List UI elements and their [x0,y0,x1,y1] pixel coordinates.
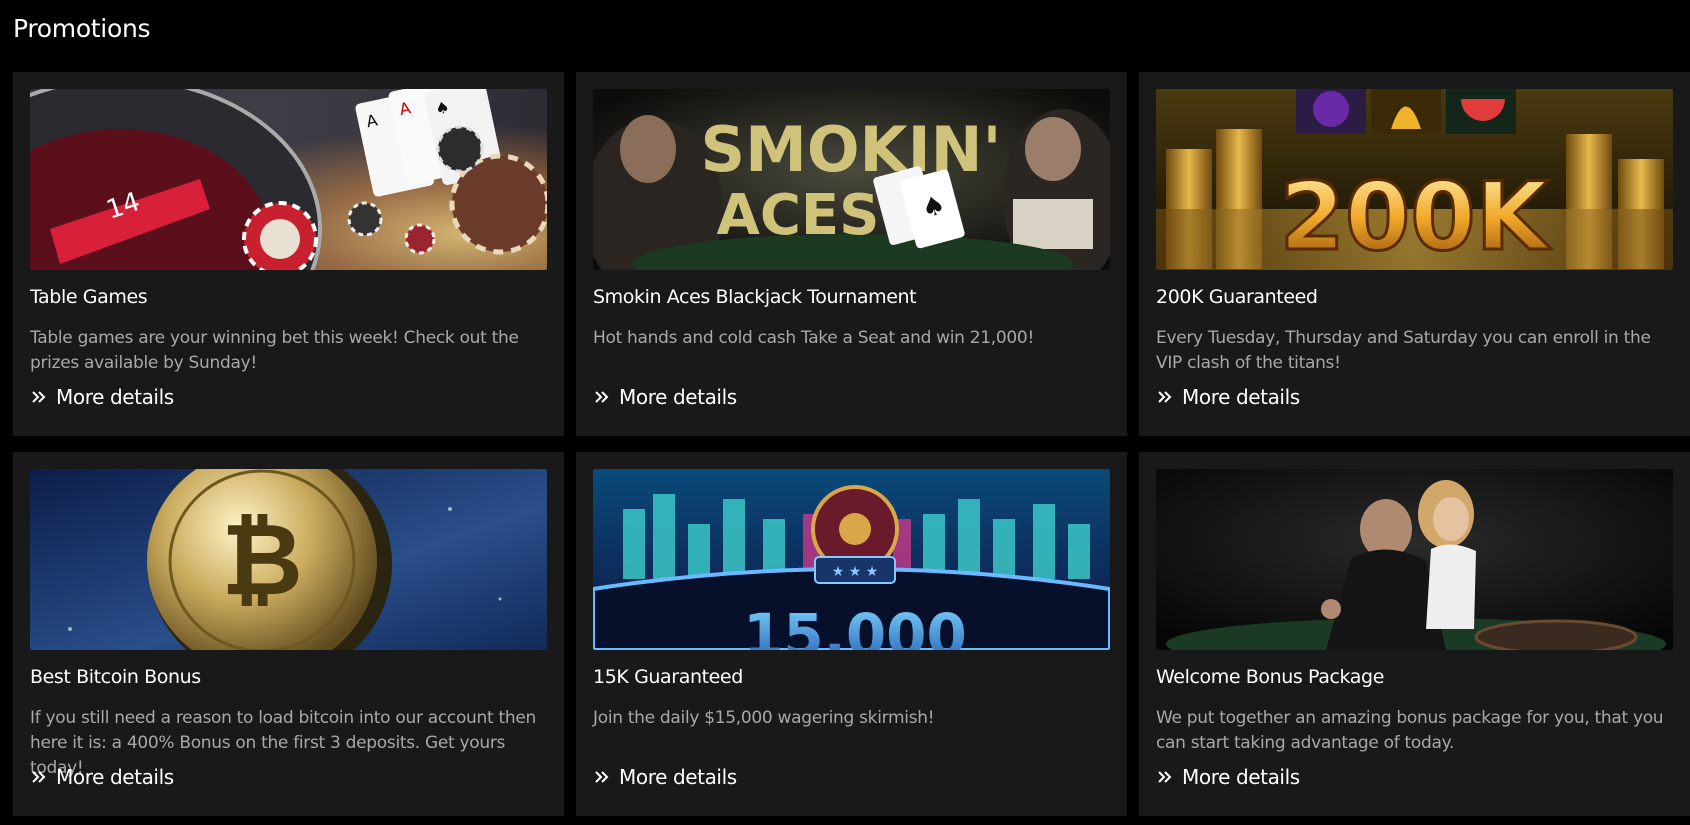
more-details-label: More details [619,385,737,409]
promo-title: Best Bitcoin Bonus [30,666,201,688]
more-details-label: More details [619,765,737,789]
promo-title: 15K Guaranteed [593,666,743,688]
svg-text:ACES: ACES [716,183,879,248]
promo-banner-table-games[interactable]: 14 A A ♠ [30,89,547,270]
promo-description: Table games are your winning bet this we… [30,328,519,373]
svg-text:200K: 200K [1279,163,1551,270]
promo-card-200k[interactable]: 200K 200K Guaranteed Every Tuesday, Thur… [1139,72,1690,436]
promo-card-bitcoin[interactable]: ₿ Best Bitcoin Bonus If you still need a… [13,452,564,816]
promo-title: 200K Guaranteed [1156,286,1318,308]
promo-title: Welcome Bonus Package [1156,666,1384,688]
promo-title: Table Games [30,286,148,308]
more-details-link[interactable]: More details [30,765,174,789]
promo-card-smokin-aces[interactable]: SMOKIN' ACES ♠ Smokin Aces Blackjack Tou… [576,72,1127,436]
promo-banner-15k[interactable]: ★ ★ ★ 15,000 [593,469,1110,650]
double-chevron-right-icon [595,391,609,403]
page-title: Promotions [13,14,151,43]
promo-banner-welcome-bonus[interactable] [1156,469,1673,650]
promotions-grid: 14 A A ♠ Table Games Table games are you… [13,72,1690,825]
double-chevron-right-icon [32,391,46,403]
promo-description: Hot hands and cold cash Take a Seat and … [593,328,1034,348]
svg-text:15,000: 15,000 [743,601,967,650]
double-chevron-right-icon [1158,391,1172,403]
promo-banner-bitcoin[interactable]: ₿ [30,469,547,650]
promo-description: We put together an amazing bonus package… [1156,708,1664,753]
more-details-link[interactable]: More details [1156,385,1300,409]
svg-text:₿: ₿ [221,501,303,618]
promo-card-welcome-bonus[interactable]: Welcome Bonus Package We put together an… [1139,452,1690,816]
promo-description: Join the daily $15,000 wagering skirmish… [593,708,935,728]
promo-card-table-games[interactable]: 14 A A ♠ Table Games Table games are you… [13,72,564,436]
svg-text:SMOKIN': SMOKIN' [700,113,1001,186]
more-details-label: More details [1182,765,1300,789]
double-chevron-right-icon [595,771,609,783]
more-details-label: More details [56,385,174,409]
more-details-link[interactable]: More details [30,385,174,409]
promo-title: Smokin Aces Blackjack Tournament [593,286,917,308]
double-chevron-right-icon [32,771,46,783]
promo-card-15k[interactable]: ★ ★ ★ 15,000 15K Guaranteed Join the dai… [576,452,1127,816]
svg-text:★ ★ ★: ★ ★ ★ [832,564,879,580]
more-details-label: More details [56,765,174,789]
more-details-link[interactable]: More details [593,765,737,789]
promo-banner-200k[interactable]: 200K [1156,89,1673,270]
promo-description: Every Tuesday, Thursday and Saturday you… [1156,328,1651,373]
more-details-link[interactable]: More details [593,385,737,409]
more-details-label: More details [1182,385,1300,409]
promo-banner-smokin-aces[interactable]: SMOKIN' ACES ♠ [593,89,1110,270]
double-chevron-right-icon [1158,771,1172,783]
more-details-link[interactable]: More details [1156,765,1300,789]
